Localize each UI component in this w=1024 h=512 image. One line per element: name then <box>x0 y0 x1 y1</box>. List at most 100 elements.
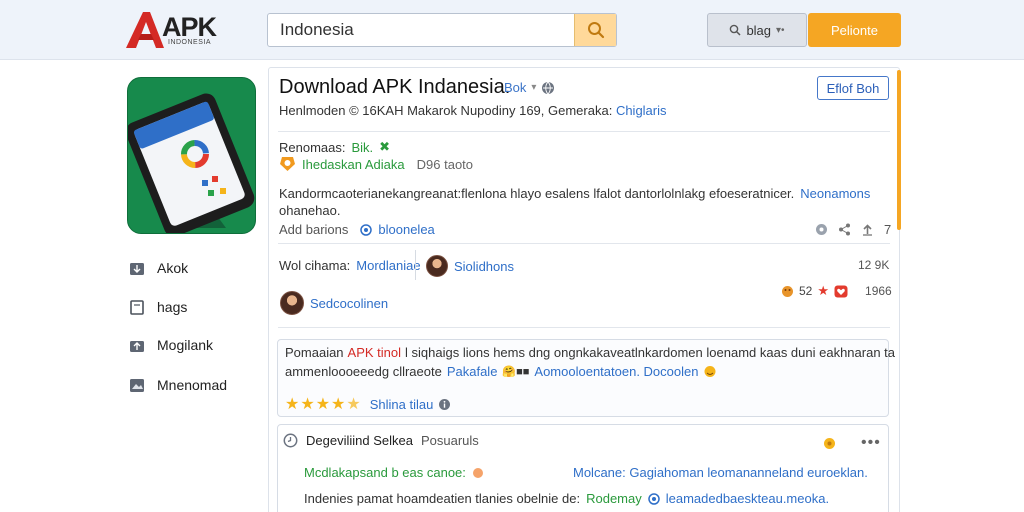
add-label: Add barions <box>279 222 349 237</box>
review-text: l siqhaigs lions hems dng ongnkakaveatln… <box>405 345 896 360</box>
language-dropdown[interactable]: blag ▾• <box>707 13 807 47</box>
upload-icon <box>128 338 145 353</box>
sidebar-item-images[interactable]: Mnenomad <box>128 377 227 393</box>
search-button[interactable] <box>574 14 616 46</box>
section-divider <box>278 243 890 244</box>
settings-icon[interactable] <box>815 223 828 236</box>
search-icon <box>730 24 741 36</box>
action-icons: 7 <box>815 222 891 237</box>
star-icon[interactable]: ★ <box>346 394 360 414</box>
edit-button[interactable]: Eflof Boh <box>817 76 889 100</box>
search-input[interactable] <box>268 14 573 46</box>
heart-icon <box>834 285 848 297</box>
comment-right-text[interactable]: Molcane: Gagiahoman leomananneland euroe… <box>573 465 868 480</box>
star-icon[interactable]: ★ <box>285 394 299 414</box>
info-icon[interactable] <box>438 398 451 411</box>
comment-line-1: Mcdlakapsand b eas canoe: <box>304 465 484 480</box>
top-header: APK INDONESIA blag ▾• Pelionte <box>0 0 1024 60</box>
user-chip-2[interactable]: Sedcocolinen <box>280 291 388 315</box>
more-options-icon[interactable]: ••• <box>861 434 881 452</box>
user-name: Siolidhons <box>454 258 514 274</box>
avatar <box>426 255 448 277</box>
emoji-icon <box>472 467 483 478</box>
category-link[interactable]: Chiglaris <box>616 103 667 118</box>
add-row: Add barions bloonelea <box>279 222 435 237</box>
developer-count: D96 taoto <box>416 156 474 172</box>
sidebar-item-files[interactable]: hags <box>128 299 187 315</box>
logo-a-icon <box>126 12 164 48</box>
description-link[interactable]: Neonamons <box>800 186 870 201</box>
description-line-1: Kandormcaoterianekangreanat:flenlona hla… <box>279 186 870 201</box>
file-icon <box>128 299 145 315</box>
search-bar <box>267 13 617 47</box>
target-icon <box>647 492 660 505</box>
sidebar-item-download[interactable]: Akok <box>128 260 188 276</box>
review-line-2: ammenloooeeedg cllraeote Pakafale 🤗■■ Ao… <box>285 364 718 379</box>
title-tag[interactable]: Bok ▾ <box>504 80 555 95</box>
review-link-2[interactable]: Aomooloentatoen. Docoolen <box>534 364 698 379</box>
developer-badge-icon <box>280 157 295 171</box>
image-icon <box>128 378 145 393</box>
primary-action-button[interactable]: Pelionte <box>808 13 901 47</box>
reaction-count: 52 <box>799 284 813 298</box>
counter-value: 7 <box>884 222 892 237</box>
review-link-1[interactable]: Pakafale <box>447 364 498 379</box>
app-meta-text: Henlmoden © 16KAH Makarok Nupodiny 169, … <box>279 103 613 118</box>
user-stat-total: 1966 <box>865 284 892 298</box>
share-icon[interactable] <box>838 223 851 236</box>
description-text-cont: ohanehao. <box>279 203 341 218</box>
comment-link-1[interactable]: Rodemay <box>586 491 642 506</box>
target-icon <box>360 223 373 236</box>
download-icon <box>128 261 145 276</box>
developer-row: Ihedaskan Adiaka D96 taoto <box>279 156 473 172</box>
comment-title: Degeviliind Selkea <box>306 433 413 448</box>
rating-stars[interactable]: ★ ★ ★ ★ ★ <box>285 394 361 414</box>
users-label: Wol cihama: <box>279 258 351 273</box>
star-icon[interactable]: ★ <box>331 394 345 414</box>
vertical-divider <box>415 250 416 280</box>
section-divider <box>278 327 890 328</box>
sidebar-item-label: hags <box>157 299 188 315</box>
clock-icon <box>283 433 298 448</box>
comment-line-2: Indenies pamat hoamdeatien tlanies obeln… <box>304 491 829 506</box>
requirements-label: Renomaas: <box>279 139 346 155</box>
globe-icon <box>542 81 555 95</box>
rating-label[interactable]: Shlina tilau <box>370 397 434 412</box>
reaction-icon <box>782 285 793 297</box>
star-icon[interactable]: ★ <box>300 394 314 414</box>
page-title: Download APK Indanesia. <box>279 76 511 98</box>
emoji-icon: 🤗■■ <box>502 366 530 378</box>
user-chip-1[interactable]: Siolidhons <box>426 255 514 277</box>
requirements-row: Renomaas: Bik. ✖ <box>279 139 390 155</box>
section-divider <box>278 131 890 132</box>
upload-arrow-icon[interactable] <box>861 223 874 236</box>
avatar <box>280 291 304 315</box>
language-label: blag <box>746 22 772 38</box>
review-prefix: Pomaaian <box>285 345 344 360</box>
requirements-value: Bik. <box>351 139 374 155</box>
users-value-link[interactable]: Mordlaniae <box>356 258 420 273</box>
sidebar-item-label: Mogilank <box>157 337 214 353</box>
chevron-down-icon: ▾• <box>776 24 785 36</box>
user-stats-row: 52 ★ 1966 <box>781 283 892 299</box>
review-highlight: APK tinol <box>347 345 402 360</box>
comment-text: Indenies pamat hoamdeatien tlanies obeln… <box>304 491 581 506</box>
search-icon <box>587 22 604 39</box>
site-logo[interactable]: APK INDONESIA <box>124 10 234 52</box>
user-name: Sedcocolinen <box>310 295 389 311</box>
comment-header: Degeviliind Selkea Posuaruls <box>283 433 479 448</box>
star-icon: ★ <box>817 283 830 298</box>
comment-line-1-right: Molcane: Gagiahoman leomananneland euroe… <box>573 465 868 480</box>
sidebar-item-upload[interactable]: Mogilank <box>128 337 213 353</box>
star-icon[interactable]: ★ <box>316 394 330 414</box>
add-link[interactable]: bloonelea <box>378 222 434 237</box>
title-tag-label: Bok <box>504 80 527 95</box>
review-line-1: Pomaaian APK tinol l siqhaigs lions hems… <box>285 345 895 360</box>
users-count-1: 12 9K <box>858 258 889 272</box>
scrollbar-thumb[interactable] <box>897 70 901 230</box>
comment-link-2[interactable]: leamadedbaeskteau.meoka. <box>666 491 829 506</box>
logo-subtitle: INDONESIA <box>168 39 212 46</box>
description-text: Kandormcaoterianekangreanat:flenlona hla… <box>279 186 795 201</box>
developer-name[interactable]: Ihedaskan Adiaka <box>302 157 405 172</box>
app-meta: Henlmoden © 16KAH Makarok Nupodiny 169, … <box>279 103 667 118</box>
